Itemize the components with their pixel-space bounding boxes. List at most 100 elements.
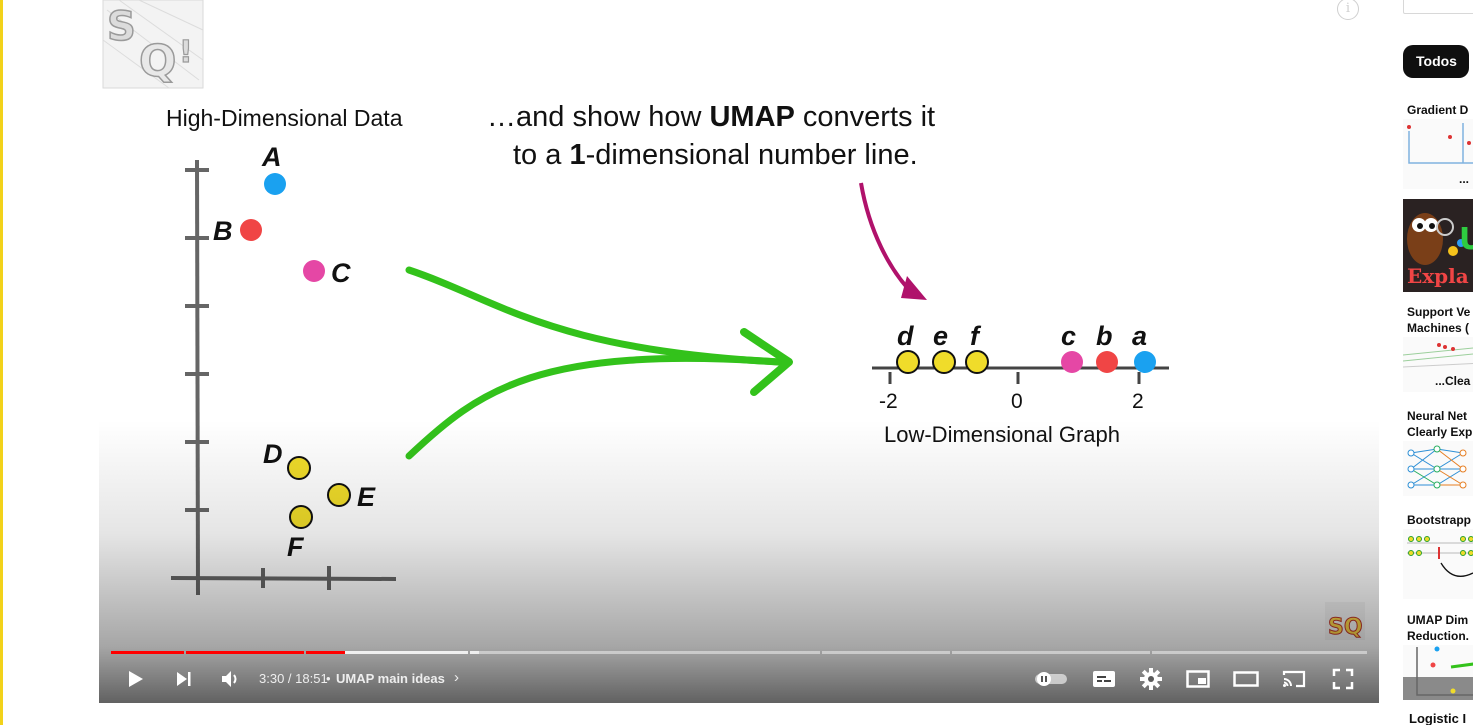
chevron-right-icon[interactable]: › — [454, 669, 459, 686]
recommendation-card[interactable]: Gradient D ... — [1403, 97, 1473, 190]
point-f — [965, 350, 989, 374]
progress-bar[interactable] — [111, 651, 1367, 655]
high-dim-points — [240, 173, 351, 529]
recommendation-title: Clearly Exp — [1407, 425, 1473, 439]
point-d — [896, 350, 920, 374]
high-dim-labels: A B C D E F — [213, 142, 376, 562]
volume-button[interactable] — [216, 664, 246, 694]
chapter-segment[interactable] — [186, 651, 304, 654]
label-B: B — [213, 216, 233, 246]
recommendation-thumbnail: ...Clea — [1403, 337, 1473, 392]
recommendation-thumbnail: ... — [1403, 119, 1473, 189]
tick-2: 2 — [1132, 390, 1144, 413]
point-A — [264, 173, 286, 195]
label-c: c — [1061, 321, 1076, 351]
label-F: F — [287, 532, 305, 562]
subtitles-icon — [1093, 671, 1115, 687]
recommendation-thumbnail — [1403, 441, 1473, 496]
next-icon — [177, 672, 191, 686]
recommendation-title[interactable]: Logistic I — [1409, 711, 1466, 725]
next-button[interactable] — [169, 664, 197, 694]
recommendation-card[interactable]: UMAP Dim Reduction. — [1403, 607, 1473, 700]
point-D — [287, 456, 311, 480]
statquest-watermark: SQ — [1325, 602, 1365, 641]
chip-todos[interactable]: Todos — [1403, 45, 1469, 78]
chapter-segment[interactable] — [822, 651, 950, 654]
volume-icon — [222, 671, 237, 687]
recommendation-thumbnail — [1403, 645, 1473, 700]
thumb-text: U — [1459, 222, 1473, 257]
svg-text:!: ! — [179, 35, 193, 70]
label-b: b — [1096, 321, 1113, 351]
recommendation-card[interactable]: Support Ve Machines ( ...Clea — [1403, 299, 1473, 392]
chapter-segment[interactable] — [1152, 651, 1367, 654]
right-caption: Low-Dimensional Graph — [884, 422, 1120, 447]
recommendation-thumbnail — [1403, 529, 1473, 599]
recommendation-card[interactable]: Neural Net Clearly Exp — [1403, 403, 1473, 496]
tick-minus2: -2 — [879, 390, 898, 413]
settings-button[interactable] — [1136, 664, 1166, 694]
play-icon — [129, 671, 143, 687]
subtitles-button[interactable] — [1089, 664, 1119, 694]
fullscreen-icon — [1332, 668, 1354, 690]
chapter-segment[interactable] — [306, 651, 468, 654]
search-input[interactable] — [1403, 0, 1473, 14]
label-e: e — [933, 321, 948, 351]
svg-text:S: S — [107, 4, 136, 50]
point-c — [1061, 351, 1083, 373]
autoplay-toggle-icon — [1035, 672, 1067, 686]
recommendation-title: Machines ( — [1407, 321, 1470, 335]
left-heading: High-Dimensional Data — [166, 105, 403, 131]
recommendation-card[interactable]: Bootstrapp — [1403, 507, 1473, 600]
label-A: A — [261, 142, 282, 172]
recommendation-title: Bootstrapp — [1407, 513, 1471, 527]
time-display: 3:30 / 18:51 — [259, 671, 328, 686]
chapter-segment[interactable] — [111, 651, 184, 654]
low-dim-points — [896, 350, 1156, 374]
theater-icon — [1233, 671, 1259, 687]
label-C: C — [331, 258, 351, 288]
tick-0: 0 — [1011, 390, 1023, 413]
svg-text:SQ: SQ — [1328, 615, 1363, 640]
svg-text:Q: Q — [139, 36, 176, 87]
label-D: D — [263, 439, 283, 469]
point-B — [240, 219, 262, 241]
theater-mode-button[interactable] — [1230, 664, 1262, 694]
cast-icon — [1282, 670, 1306, 688]
point-a — [1134, 351, 1156, 373]
related-sidebar: Todos Gradient D ... U Expla Support Ve … — [1379, 0, 1473, 725]
page: S Q ! High-Dimensional Data …and show ho… — [0, 0, 1473, 725]
cast-button[interactable] — [1279, 664, 1309, 694]
window-edge — [0, 0, 3, 725]
play-button[interactable] — [121, 664, 149, 694]
magenta-arrow — [859, 182, 927, 300]
label-f: f — [970, 321, 982, 351]
number-line-ticks: -2 0 2 — [879, 390, 1144, 413]
thumb-text: ...Clea — [1435, 374, 1471, 388]
thumb-text: ... — [1459, 172, 1469, 186]
green-arrows — [405, 266, 793, 460]
chapter-title[interactable]: UMAP main ideas — [336, 671, 445, 686]
recommendation-title: Gradient D — [1407, 103, 1469, 117]
recommendation-title: UMAP Dim — [1407, 613, 1469, 627]
chapter-segment[interactable] — [952, 651, 1150, 654]
recommendation-thumbnail: U Expla — [1403, 199, 1473, 292]
fullscreen-button[interactable] — [1328, 664, 1358, 694]
chapter-segment[interactable] — [470, 651, 820, 654]
label-a: a — [1132, 321, 1147, 351]
thumb-text: Expla — [1407, 264, 1469, 288]
point-e — [932, 350, 956, 374]
miniplayer-icon — [1186, 670, 1210, 688]
headline-line1: …and show how UMAP converts it — [487, 101, 935, 133]
point-F — [289, 505, 313, 529]
recommendation-title: Support Ve — [1407, 305, 1471, 319]
video-player[interactable]: S Q ! High-Dimensional Data …and show ho… — [99, 0, 1379, 703]
recommendation-card[interactable]: U Expla — [1403, 199, 1473, 292]
miniplayer-button[interactable] — [1183, 664, 1213, 694]
statquest-logo: S Q ! — [102, 0, 204, 89]
autoplay-toggle[interactable] — [1032, 664, 1070, 694]
gear-icon — [1140, 668, 1162, 690]
label-E: E — [357, 482, 376, 512]
recommendation-title: Reduction. — [1407, 629, 1469, 643]
video-frame: S Q ! High-Dimensional Data …and show ho… — [102, 0, 1365, 641]
